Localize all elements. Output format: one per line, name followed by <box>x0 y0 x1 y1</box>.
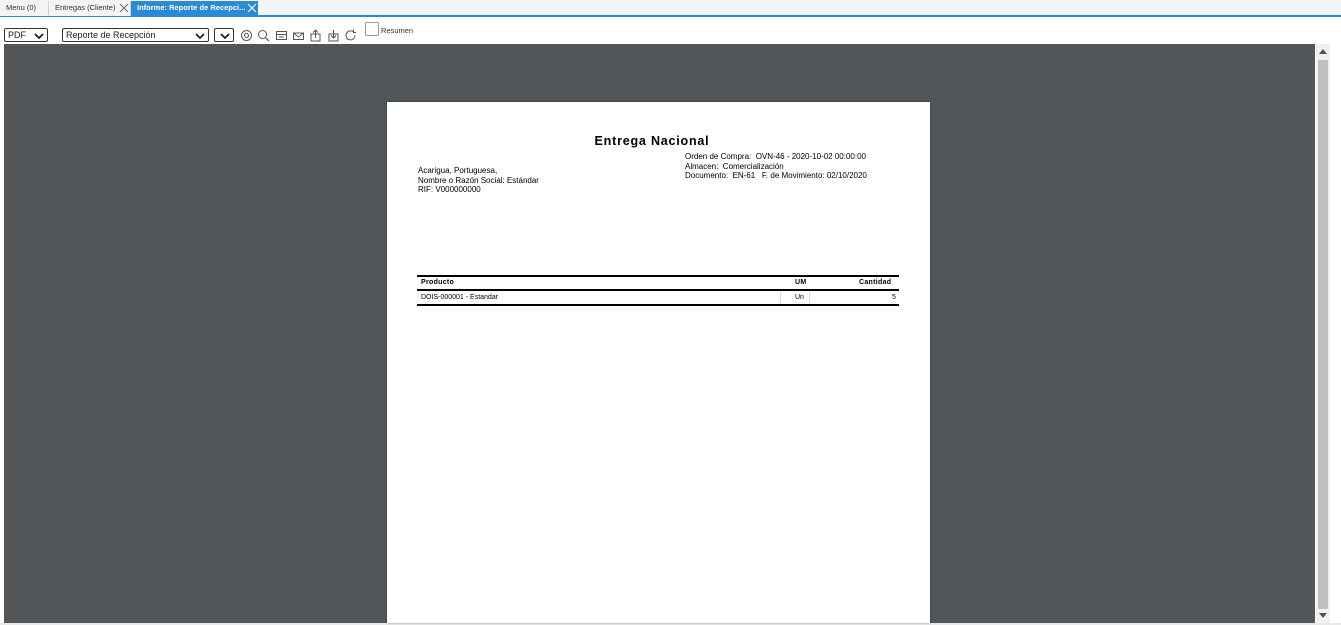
tab-menu[interactable]: Menu (0) <box>0 1 49 16</box>
document-line: Documento: EN-61 F. de Movimiento: 02/10… <box>685 171 867 180</box>
settings-icon[interactable] <box>240 29 253 42</box>
report-select[interactable]: Reporte de Recepción <box>62 28 209 42</box>
scroll-down-arrow-icon[interactable] <box>1319 613 1327 618</box>
format-select-value: PDF <box>8 30 26 40</box>
column-header-product: Producto <box>421 279 455 286</box>
download-icon[interactable] <box>327 29 340 42</box>
report-toolbar: PDF Reporte de Recepción Resumen <box>0 17 1341 44</box>
format-select[interactable]: PDF <box>4 28 48 42</box>
chevron-down-icon <box>220 31 230 40</box>
window-edge <box>1330 44 1341 625</box>
search-icon[interactable] <box>257 29 270 42</box>
tab-bar: Menu (0) Entregas (Cliente) Informe: Rep… <box>0 0 1341 17</box>
chevron-down-icon <box>34 31 44 40</box>
column-header-um: UM <box>795 279 807 286</box>
archive-icon[interactable] <box>275 29 288 42</box>
vertical-scrollbar[interactable] <box>1316 44 1330 623</box>
report-title: Entrega Nacional <box>594 134 710 148</box>
scroll-up-arrow-icon[interactable] <box>1319 49 1327 54</box>
close-icon[interactable] <box>119 3 129 13</box>
close-icon[interactable] <box>247 3 257 13</box>
tab-label: Menu (0) <box>6 3 37 12</box>
table-header-rule <box>417 289 899 291</box>
order-line: Orden de Compra: OVN-46 - 2020-10-02 00:… <box>685 152 866 161</box>
report-page: Entrega Nacional Orden de Compra: OVN-46… <box>387 102 930 623</box>
extra-select[interactable] <box>214 28 234 42</box>
email-icon[interactable] <box>292 29 305 42</box>
export-icon[interactable] <box>309 29 322 42</box>
tab-label: Entregas (Cliente) <box>55 3 116 12</box>
table-bottom-rule <box>417 304 899 306</box>
cell-um: Un <box>795 294 804 301</box>
column-divider <box>780 292 781 304</box>
tab-label: Informe: Reporte de Recepci... <box>137 3 246 12</box>
table-top-rule <box>417 275 899 277</box>
cell-qty: 5 <box>892 294 896 301</box>
cell-product: DOIS-000001 - Estandar <box>421 294 499 301</box>
address-line: Acarigua, Portuguesa, <box>418 166 498 175</box>
column-divider <box>809 292 810 304</box>
refresh-icon[interactable] <box>344 29 357 42</box>
tab-informe-reporte[interactable]: Informe: Reporte de Recepci... <box>131 1 258 16</box>
scrollbar-thumb[interactable] <box>1318 60 1328 609</box>
summary-checkbox-label: Resumen <box>381 26 414 35</box>
summary-checkbox[interactable] <box>365 22 379 36</box>
column-header-qty: Cantidad <box>859 279 892 286</box>
chevron-down-icon <box>195 31 205 40</box>
rif-line: RIF: V000000000 <box>418 185 481 194</box>
tab-entregas-cliente[interactable]: Entregas (Cliente) <box>49 1 131 16</box>
report-select-value: Reporte de Recepción <box>66 30 156 40</box>
